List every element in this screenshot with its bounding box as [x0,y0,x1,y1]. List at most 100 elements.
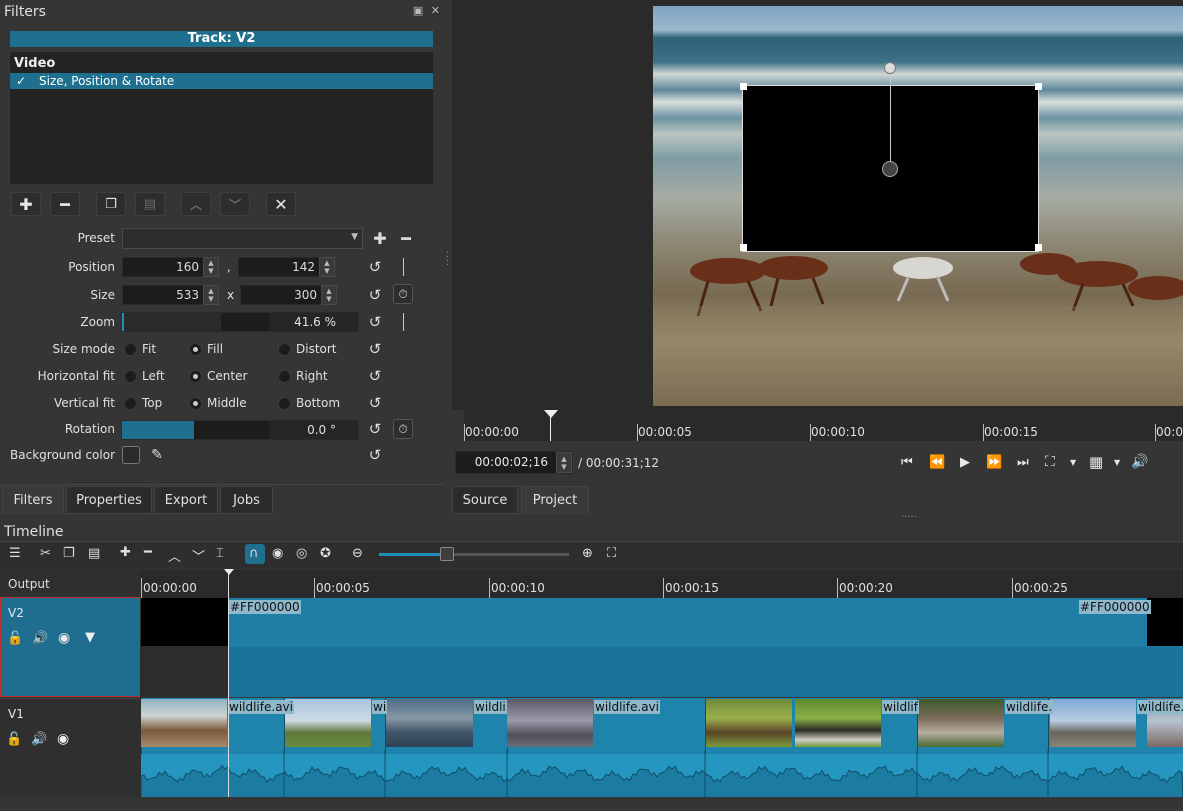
scrub-button[interactable]: ◉ [272,546,283,561]
size-mode-radio-distort[interactable] [278,343,291,356]
position-x-field[interactable]: 160 [122,257,204,277]
horizontal-fit-radio-left[interactable] [124,370,137,383]
play-button[interactable]: ▶ [960,455,970,470]
splitter-handle[interactable]: ····· [901,512,917,523]
timeline-menu-button[interactable]: ☰ [9,546,21,561]
reset-zoom-button[interactable]: ↺ [366,313,384,331]
lift-button[interactable]: ︿ [168,546,181,565]
zoom-fit-button[interactable]: ⛶ [607,546,616,561]
vertical-fit-radio-middle[interactable] [189,397,202,410]
splitter-handle[interactable]: · · · · [446,249,449,271]
reset-position-button[interactable]: ↺ [366,258,384,276]
timeline-playhead[interactable] [228,570,229,811]
reset-size-mode-button[interactable]: ↺ [366,340,384,358]
size-mode-radio-fill[interactable] [189,343,202,356]
position-y-field[interactable]: 142 [238,257,320,277]
add-filter-button[interactable]: ✚ [11,192,41,216]
reset-horizontal-fit-button[interactable]: ↺ [366,367,384,385]
tab-source[interactable]: Source [452,486,518,514]
reset-vertical-fit-button[interactable]: ↺ [366,394,384,412]
move-filter-up-button[interactable]: ︿ [181,192,211,216]
skip-end-button[interactable]: ⏭ [1017,455,1029,470]
reset-size-button[interactable]: ↺ [366,286,384,304]
size-width-field[interactable]: 533 [122,285,204,305]
filter-list[interactable]: Video ✓ Size, Position & Rotate [10,52,433,184]
zoom-in-button[interactable]: ⊕ [582,546,593,561]
vertical-fit-radio-bottom[interactable] [278,397,291,410]
save-preset-button[interactable]: ✚ [371,229,389,248]
remove-button[interactable]: ━ [144,545,152,560]
cut-button[interactable]: ✂ [40,546,51,561]
rotation-slider[interactable]: 0.0 ° [121,420,359,440]
eye-icon[interactable]: ◉ [58,630,70,646]
volume-button[interactable]: 🔊 [1131,454,1148,470]
zoom-out-button[interactable]: ⊖ [352,546,363,561]
snap-button[interactable]: ∩ [245,544,265,564]
overwrite-button[interactable]: ﹀ [192,546,205,565]
vertical-fit-radio-top[interactable] [124,397,137,410]
audio-icon[interactable]: 🔊 [32,631,48,646]
resize-handle[interactable] [740,244,747,251]
split-button[interactable]: ⌶ [216,546,224,561]
append-button[interactable]: ✚ [120,545,131,560]
size-height-field[interactable]: 300 [240,285,322,305]
lock-icon[interactable]: 🔓 [7,631,23,646]
timeline-playhead-marker[interactable] [224,569,234,575]
track-header-v2[interactable]: V2 🔓 🔊 ◉ ▼ [0,597,140,697]
rewind-button[interactable]: ⏪ [929,455,945,470]
tab-properties[interactable]: Properties [66,486,152,514]
filter-list-item[interactable]: ✓ Size, Position & Rotate [10,73,433,89]
size-keyframe-button[interactable]: ⏱ [393,284,413,304]
zoom-dropdown[interactable]: ▼ [1070,458,1076,467]
rotation-handle[interactable] [884,62,896,74]
player-playhead-marker[interactable] [544,410,558,418]
ripple-button[interactable]: ◎ [296,546,307,561]
timeline-scrollbar-area[interactable] [0,797,1183,811]
tab-jobs[interactable]: Jobs [220,486,273,514]
paste-button[interactable]: ▤ [88,546,100,561]
preset-combo[interactable]: ▼ [122,228,363,249]
delete-preset-button[interactable]: ━ [397,229,415,248]
rotation-keyframe-button[interactable]: ⏱ [393,419,413,439]
zoom-button[interactable]: ⛶ [1045,454,1055,470]
size-mode-radio-fit[interactable] [124,343,137,356]
deselect-filter-button[interactable]: ✕ [266,192,296,216]
size-width-spinner[interactable]: ▲ ▼ [203,285,219,305]
resize-handle[interactable] [1035,83,1042,90]
position-x-spinner[interactable]: ▲ ▼ [203,257,219,277]
fast-forward-button[interactable]: ⏩ [986,455,1002,470]
background-color-swatch[interactable] [122,446,140,464]
remove-filter-button[interactable]: ━ [50,192,80,216]
horizontal-fit-radio-right[interactable] [278,370,291,383]
tab-project[interactable]: Project [521,486,589,514]
horizontal-fit-radio-center[interactable] [189,370,202,383]
tab-filters[interactable]: Filters [2,486,64,514]
resize-handle[interactable] [740,83,747,90]
paste-filter-button[interactable]: ▤ [135,192,165,216]
copy-button[interactable]: ❐ [63,546,75,561]
move-filter-down-button[interactable]: ﹀ [220,192,250,216]
lock-icon[interactable]: 🔓 [6,732,22,747]
color-clip[interactable] [228,598,1183,697]
grid-button[interactable]: ▦ [1089,453,1103,471]
reset-rotation-button[interactable]: ↺ [366,420,384,438]
filter-enabled-checkbox[interactable]: ✓ [16,73,26,89]
track-header-v1[interactable]: V1 🔓 🔊 ◉ [0,698,140,796]
color-picker-button[interactable]: ✎ [147,445,167,465]
copy-filter-button[interactable]: ❐ [96,192,126,216]
ripple-all-button[interactable]: ✪ [320,546,331,561]
grid-dropdown[interactable]: ▼ [1114,458,1120,467]
audio-icon[interactable]: 🔊 [31,732,47,747]
resize-handle[interactable] [1035,244,1042,251]
tab-export[interactable]: Export [154,486,218,514]
filter-icon[interactable]: ▼ [85,630,95,645]
panel-window-buttons[interactable]: ▣ ✕ [413,4,442,17]
timeline-zoom-handle[interactable] [440,547,454,561]
position-y-spinner[interactable]: ▲ ▼ [319,257,335,277]
player-playhead[interactable] [550,414,551,441]
anchor-handle[interactable] [882,161,898,177]
zoom-slider[interactable]: 41.6 % [121,312,359,332]
timecode-spinner[interactable]: ▲ ▼ [556,452,572,473]
reset-background-color-button[interactable]: ↺ [366,446,384,464]
size-height-spinner[interactable]: ▲ ▼ [321,285,337,305]
